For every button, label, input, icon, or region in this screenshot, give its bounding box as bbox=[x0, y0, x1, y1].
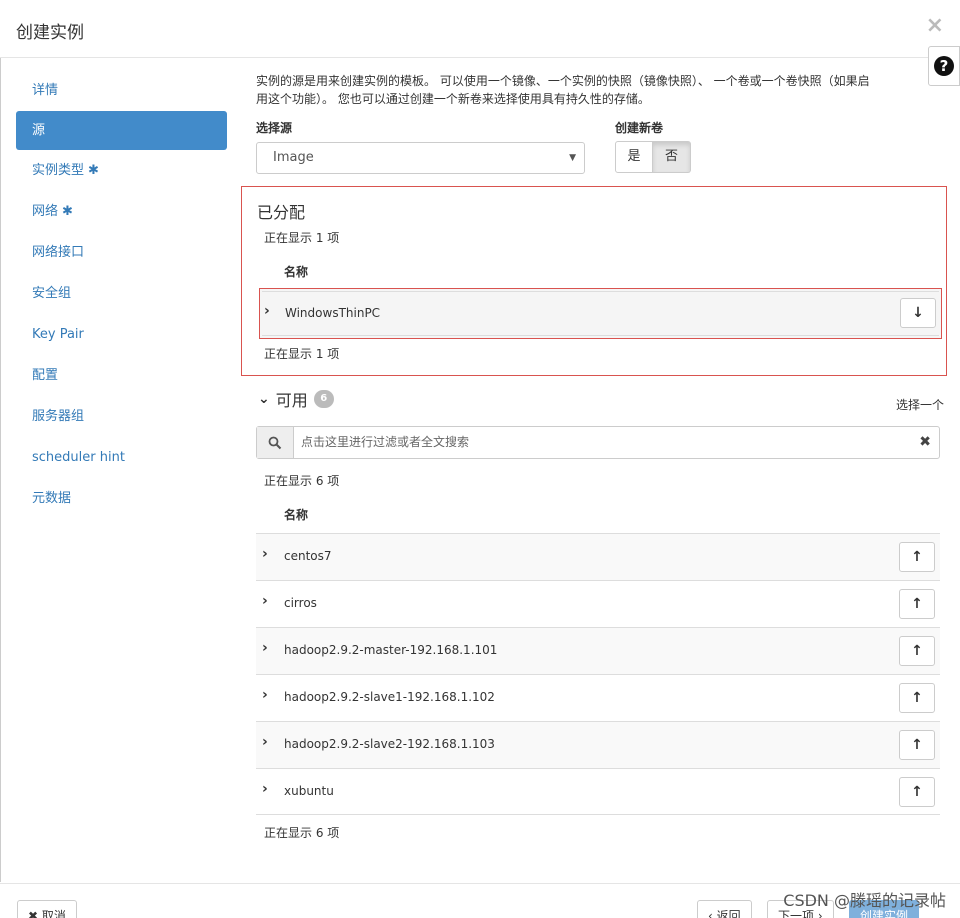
table-row: › xubuntu ↑ bbox=[256, 768, 940, 815]
search-input[interactable]: 点击这里进行过滤或者全文搜索 bbox=[301, 427, 469, 458]
arrow-up-icon: ↑ bbox=[911, 643, 923, 659]
sidebar-item-label: 网络 bbox=[32, 204, 59, 219]
table-row: › WindowsThinPC ↓ bbox=[259, 288, 942, 339]
sidebar-item-label: 元数据 bbox=[32, 491, 72, 506]
arrow-up-icon: ↑ bbox=[911, 596, 923, 612]
chevron-right-icon[interactable]: › bbox=[262, 687, 268, 703]
sidebar-item-network-ports[interactable]: 网络接口 bbox=[16, 232, 227, 273]
description-line: 用这个功能）。 您也可以通过创建一个新卷来选择使用具有持久性的存储。 bbox=[256, 92, 650, 106]
allocated-count-top: 正在显示 1 项 bbox=[264, 231, 340, 245]
available-count-badge: 6 bbox=[313, 390, 334, 408]
sidebar-item-label: 详情 bbox=[32, 83, 59, 98]
available-header[interactable]: ⌄ 可用 6 bbox=[258, 387, 334, 411]
allocate-button[interactable]: ↑ bbox=[899, 777, 935, 807]
sidebar-item-label: 配置 bbox=[32, 368, 59, 383]
modal-left-border bbox=[0, 58, 1, 882]
cancel-button[interactable]: ✖ 取消 bbox=[17, 900, 77, 918]
watermark: CSDN @滕瑶的记录帖 bbox=[783, 891, 946, 910]
allocate-button[interactable]: ↑ bbox=[899, 730, 935, 760]
available-item-name: cirros bbox=[284, 596, 317, 610]
select-one-hint: 选择一个 bbox=[895, 398, 944, 412]
available-item-name: centos7 bbox=[284, 549, 332, 563]
sidebar-item-label: 服务器组 bbox=[32, 409, 85, 424]
allocate-button[interactable]: ↑ bbox=[899, 636, 935, 666]
create-volume-label: 创建新卷 bbox=[615, 121, 664, 135]
sidebar-item-security-groups[interactable]: 安全组 bbox=[16, 273, 227, 314]
arrow-up-icon: ↑ bbox=[911, 737, 923, 753]
sidebar-item-metadata[interactable]: 元数据 bbox=[16, 478, 227, 519]
source-description: 实例的源是用来创建实例的模板。 可以使用一个镜像、一个实例的快照（镜像快照）、 … bbox=[256, 72, 946, 108]
chevron-right-icon[interactable]: › bbox=[262, 593, 268, 609]
create-volume-no-button[interactable]: 否 bbox=[653, 141, 691, 173]
table-row: › centos7 ↑ bbox=[256, 533, 940, 580]
sidebar-item-details[interactable]: 详情 bbox=[16, 70, 227, 111]
arrow-up-icon: ↑ bbox=[911, 784, 923, 800]
allocate-button[interactable]: ↑ bbox=[899, 542, 935, 572]
source-select-value: Image bbox=[273, 150, 314, 165]
create-volume-yes-button[interactable]: 是 bbox=[615, 141, 653, 173]
description-line: 实例的源是用来创建实例的模板。 可以使用一个镜像、一个实例的快照（镜像快照）、 … bbox=[256, 74, 870, 88]
search-icon bbox=[257, 427, 294, 458]
required-icon: ✱ bbox=[62, 204, 73, 219]
modal-title: 创建实例 bbox=[16, 23, 84, 43]
close-icon[interactable]: × bbox=[926, 14, 944, 38]
modal-header: 创建实例 × bbox=[0, 0, 960, 58]
sidebar-item-source[interactable]: 源 bbox=[16, 111, 227, 150]
sidebar-item-label: Key Pair bbox=[32, 327, 84, 342]
available-item-name: hadoop2.9.2-slave2-192.168.1.103 bbox=[284, 737, 495, 751]
available-column-name: 名称 bbox=[284, 508, 309, 522]
available-count-bottom: 正在显示 6 项 bbox=[264, 826, 340, 840]
sidebar-item-scheduler-hint[interactable]: scheduler hint bbox=[16, 437, 227, 478]
sidebar-item-server-groups[interactable]: 服务器组 bbox=[16, 396, 227, 437]
chevron-right-icon[interactable]: › bbox=[262, 734, 268, 750]
chevron-right-icon[interactable]: › bbox=[262, 781, 268, 797]
table-row: › hadoop2.9.2-master-192.168.1.101 ↑ bbox=[256, 627, 940, 674]
chevron-down-icon: ⌄ bbox=[258, 391, 270, 407]
source-select[interactable]: Image ▼ bbox=[256, 142, 585, 174]
create-volume-toggle: 是 否 bbox=[615, 141, 691, 173]
sidebar-item-label: 安全组 bbox=[32, 286, 72, 301]
wizard-sidebar: 详情 源 实例类型 ✱ 网络 ✱ 网络接口 安全组 Key Pair 配置 服务器组… bbox=[16, 70, 227, 519]
deallocate-button[interactable]: ↓ bbox=[900, 298, 936, 328]
available-item-name: hadoop2.9.2-slave1-192.168.1.102 bbox=[284, 690, 495, 704]
sidebar-item-network[interactable]: 网络 ✱ bbox=[16, 191, 227, 232]
table-row: › cirros ↑ bbox=[256, 580, 940, 627]
chevron-right-icon[interactable]: › bbox=[264, 303, 270, 319]
sidebar-item-key-pair[interactable]: Key Pair bbox=[16, 314, 227, 355]
sidebar-item-label: 实例类型 bbox=[32, 163, 85, 178]
table-row: › hadoop2.9.2-slave2-192.168.1.103 ↑ bbox=[256, 721, 940, 768]
arrow-down-icon: ↓ bbox=[912, 305, 924, 321]
available-item-name: xubuntu bbox=[284, 784, 334, 798]
allocate-button[interactable]: ↑ bbox=[899, 589, 935, 619]
sidebar-item-configuration[interactable]: 配置 bbox=[16, 355, 227, 396]
back-button[interactable]: ‹ 返回 bbox=[697, 900, 752, 918]
allocated-section: 已分配 正在显示 1 项 名称 › WindowsThinPC ↓ 正在显示 1… bbox=[241, 186, 947, 376]
arrow-up-icon: ↑ bbox=[911, 549, 923, 565]
available-count-top: 正在显示 6 项 bbox=[264, 474, 340, 488]
chevron-right-icon[interactable]: › bbox=[262, 546, 268, 562]
required-icon: ✱ bbox=[88, 163, 99, 178]
sidebar-item-label: 源 bbox=[32, 123, 46, 138]
allocated-title: 已分配 bbox=[257, 203, 306, 222]
available-title: 可用 bbox=[275, 391, 308, 410]
clear-search-icon[interactable]: ✖ bbox=[919, 427, 931, 458]
allocated-count-bottom: 正在显示 1 项 bbox=[264, 347, 340, 361]
caret-down-icon: ▼ bbox=[569, 153, 576, 163]
select-source-label: 选择源 bbox=[256, 121, 293, 135]
search-bar: 点击这里进行过滤或者全文搜索 ✖ bbox=[256, 426, 940, 459]
allocate-button[interactable]: ↑ bbox=[899, 683, 935, 713]
allocated-item-name: WindowsThinPC bbox=[285, 306, 381, 320]
table-row: › hadoop2.9.2-slave1-192.168.1.102 ↑ bbox=[256, 674, 940, 721]
sidebar-item-label: 网络接口 bbox=[32, 245, 85, 260]
sidebar-item-flavor[interactable]: 实例类型 ✱ bbox=[16, 150, 227, 191]
available-item-name: hadoop2.9.2-master-192.168.1.101 bbox=[284, 643, 498, 657]
sidebar-item-label: scheduler hint bbox=[32, 450, 125, 465]
arrow-up-icon: ↑ bbox=[911, 690, 923, 706]
chevron-right-icon[interactable]: › bbox=[262, 640, 268, 656]
allocated-column-name: 名称 bbox=[284, 265, 309, 279]
